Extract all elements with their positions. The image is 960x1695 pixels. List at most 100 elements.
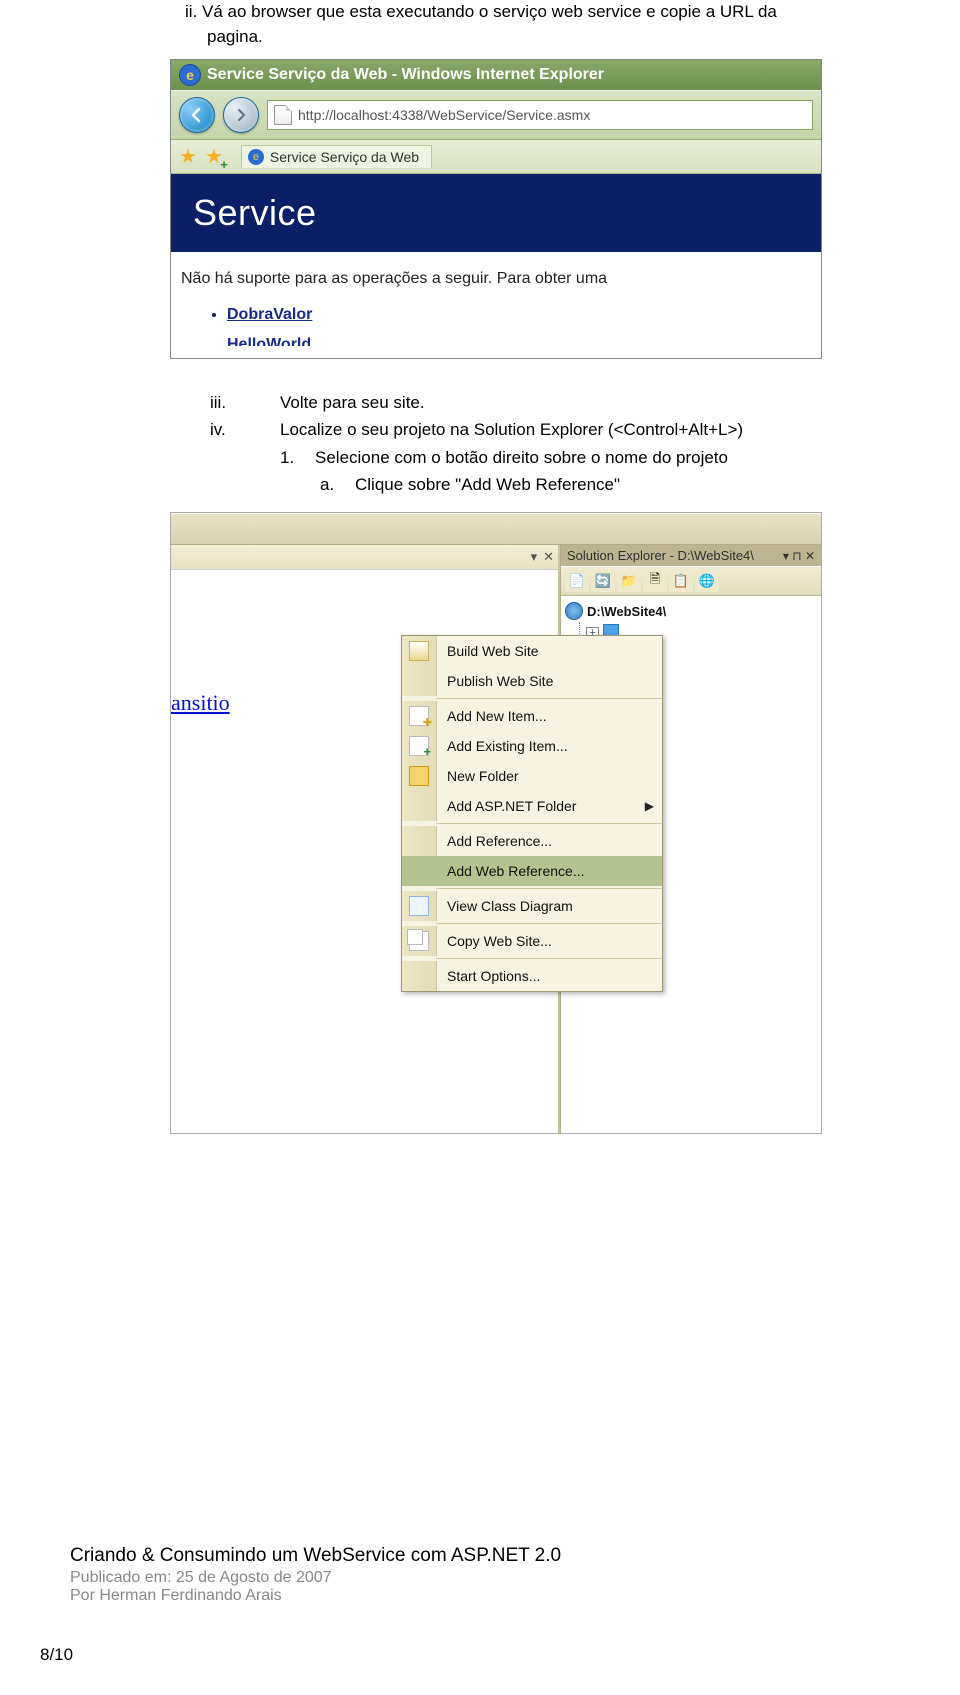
menu-item-icon-col bbox=[402, 826, 437, 856]
tb-refresh-icon[interactable]: 🔄 bbox=[591, 570, 615, 592]
add-favorite-icon[interactable]: ★+ bbox=[205, 144, 223, 169]
project-icon bbox=[565, 602, 583, 620]
project-node[interactable]: D:\WebSite4\ bbox=[565, 600, 817, 622]
step-ii-text-a: Vá ao browser que esta executando o serv… bbox=[202, 2, 777, 21]
step-ii-label: ii. bbox=[185, 2, 197, 21]
build-icon bbox=[409, 641, 429, 661]
pane-pin-close-icons[interactable]: ▾ ⊓ ✕ bbox=[783, 549, 815, 563]
menu-item-publish-web-site[interactable]: Publish Web Site bbox=[402, 666, 662, 696]
menu-item-icon-col bbox=[402, 731, 437, 761]
menu-item-add-reference[interactable]: Add Reference... bbox=[402, 826, 662, 856]
menu-separator bbox=[436, 958, 662, 959]
tab-dropdown-icon[interactable]: ▾ bbox=[531, 549, 538, 565]
page-footer: Criando & Consumindo um WebService com A… bbox=[70, 1545, 561, 1665]
menu-separator bbox=[436, 698, 662, 699]
service-operations-list: DobraValor HelloWorld bbox=[171, 306, 821, 346]
menu-item-icon-col bbox=[402, 701, 437, 731]
step-iv-text: Localize o seu projeto na Solution Explo… bbox=[280, 416, 920, 443]
menu-item-build-web-site[interactable]: Build Web Site bbox=[402, 636, 662, 666]
tab-close-icon[interactable]: ✕ bbox=[543, 549, 554, 565]
tab-favicon: e bbox=[248, 149, 264, 165]
ie-titlebar: e Service Serviço da Web - Windows Inter… bbox=[171, 60, 821, 90]
service-description: Não há suporte para as operações a segui… bbox=[171, 252, 821, 294]
visual-studio-window: ▾ ✕ ansitio Solution Explorer - D:\WebSi… bbox=[170, 512, 822, 1134]
newitem-icon bbox=[409, 706, 429, 726]
ie-window: e Service Serviço da Web - Windows Inter… bbox=[170, 59, 822, 359]
menu-item-icon-col bbox=[402, 666, 437, 696]
tb-copy-icon[interactable]: 📋 bbox=[669, 570, 693, 592]
tb-nest-icon[interactable]: 📁 bbox=[617, 570, 641, 592]
menu-item-view-class-diagram[interactable]: View Class Diagram bbox=[402, 891, 662, 921]
menu-item-icon-col bbox=[402, 891, 437, 921]
forward-button[interactable] bbox=[223, 97, 259, 133]
footer-author: Por Herman Ferdinando Arais bbox=[70, 1587, 561, 1605]
step-a-label: a. bbox=[320, 471, 355, 498]
vs-toolbar-strip bbox=[171, 513, 821, 545]
operation-link-dobravalor[interactable]: DobraValor bbox=[227, 306, 312, 323]
page-icon bbox=[274, 105, 292, 125]
pane-buttons[interactable]: ▾ ⊓ ✕ bbox=[783, 549, 815, 563]
tb-code-icon[interactable]: 🗎 bbox=[643, 570, 667, 592]
designer-link-fragment[interactable]: ansitio bbox=[171, 690, 230, 715]
browser-tab[interactable]: e Service Serviço da Web bbox=[241, 145, 432, 168]
solution-explorer-title: Solution Explorer - D:\WebSite4\ ▾ ⊓ ✕ bbox=[561, 545, 821, 566]
menu-item-label: Add Web Reference... bbox=[437, 863, 662, 879]
menu-item-label: New Folder bbox=[437, 768, 662, 784]
back-button[interactable] bbox=[179, 97, 215, 133]
folder-icon bbox=[409, 766, 429, 786]
menu-item-label: Add New Item... bbox=[437, 708, 662, 724]
menu-item-add-new-item[interactable]: Add New Item... bbox=[402, 701, 662, 731]
existing-icon bbox=[409, 736, 429, 756]
project-name: D:\WebSite4\ bbox=[587, 604, 666, 619]
menu-item-icon-col bbox=[402, 926, 437, 956]
tb-properties-icon[interactable]: 📄 bbox=[565, 570, 589, 592]
menu-separator bbox=[436, 923, 662, 924]
menu-item-add-existing-item[interactable]: Add Existing Item... bbox=[402, 731, 662, 761]
view-icon bbox=[409, 896, 429, 916]
menu-item-label: Add Reference... bbox=[437, 833, 662, 849]
menu-item-add-asp-net-folder[interactable]: Add ASP.NET Folder▶ bbox=[402, 791, 662, 821]
step-a-text: Clique sobre "Add Web Reference" bbox=[355, 471, 620, 498]
submenu-arrow-icon: ▶ bbox=[645, 799, 662, 813]
menu-item-label: View Class Diagram bbox=[437, 898, 662, 914]
url-text: http://localhost:4338/WebService/Service… bbox=[298, 107, 590, 123]
step-ii: ii. Vá ao browser que esta executando o … bbox=[185, 0, 920, 49]
pane-title-text: Solution Explorer - D:\WebSite4\ bbox=[567, 548, 754, 563]
context-menu: Build Web Site Publish Web Site Add New It… bbox=[401, 635, 663, 992]
tb-config-icon[interactable]: 🌐 bbox=[695, 570, 719, 592]
favorites-icon[interactable]: ★ bbox=[179, 144, 197, 169]
step-1-text: Selecione com o botão direito sobre o no… bbox=[315, 444, 728, 471]
menu-item-label: Start Options... bbox=[437, 968, 662, 984]
solution-explorer-toolbar: 📄 🔄 📁 🗎 📋 🌐 bbox=[561, 566, 821, 596]
step-ii-text-b: pagina. bbox=[207, 27, 263, 46]
footer-published: Publicado em: 25 de Agosto de 2007 bbox=[70, 1569, 561, 1587]
menu-item-label: Build Web Site bbox=[437, 643, 662, 659]
step-group: iii. Volte para seu site. iv. Localize o… bbox=[210, 389, 920, 498]
ie-navbar: http://localhost:4338/WebService/Service… bbox=[171, 90, 821, 140]
menu-item-icon-col bbox=[402, 961, 437, 991]
ie-viewport: Service Não há suporte para as operações… bbox=[171, 174, 821, 346]
footer-title: Criando & Consumindo um WebService com A… bbox=[70, 1545, 561, 1567]
menu-separator bbox=[436, 823, 662, 824]
ie-logo-icon: e bbox=[179, 64, 201, 86]
page-number: 8/10 bbox=[40, 1645, 561, 1665]
step-iii-text: Volte para seu site. bbox=[280, 389, 920, 416]
step-iv-label: iv. bbox=[210, 416, 280, 443]
menu-item-add-web-reference[interactable]: Add Web Reference... bbox=[402, 856, 662, 886]
menu-item-icon-col bbox=[402, 856, 437, 886]
menu-item-new-folder[interactable]: New Folder bbox=[402, 761, 662, 791]
menu-item-label: Publish Web Site bbox=[437, 673, 662, 689]
menu-item-label: Add ASP.NET Folder bbox=[437, 798, 645, 814]
address-bar[interactable]: http://localhost:4338/WebService/Service… bbox=[267, 100, 813, 130]
menu-item-copy-web-site[interactable]: Copy Web Site... bbox=[402, 926, 662, 956]
copy-icon bbox=[409, 931, 429, 951]
operation-link-helloworld[interactable]: HelloWorld bbox=[227, 336, 311, 346]
menu-item-start-options[interactable]: Start Options... bbox=[402, 961, 662, 991]
tab-label: Service Serviço da Web bbox=[270, 149, 419, 165]
service-heading: Service bbox=[171, 174, 821, 252]
menu-item-icon-col bbox=[402, 791, 437, 821]
menu-item-icon-col bbox=[402, 636, 437, 666]
menu-item-label: Copy Web Site... bbox=[437, 933, 662, 949]
ie-favorites-bar: ★ ★+ e Service Serviço da Web bbox=[171, 140, 821, 174]
step-1-label: 1. bbox=[280, 444, 315, 471]
